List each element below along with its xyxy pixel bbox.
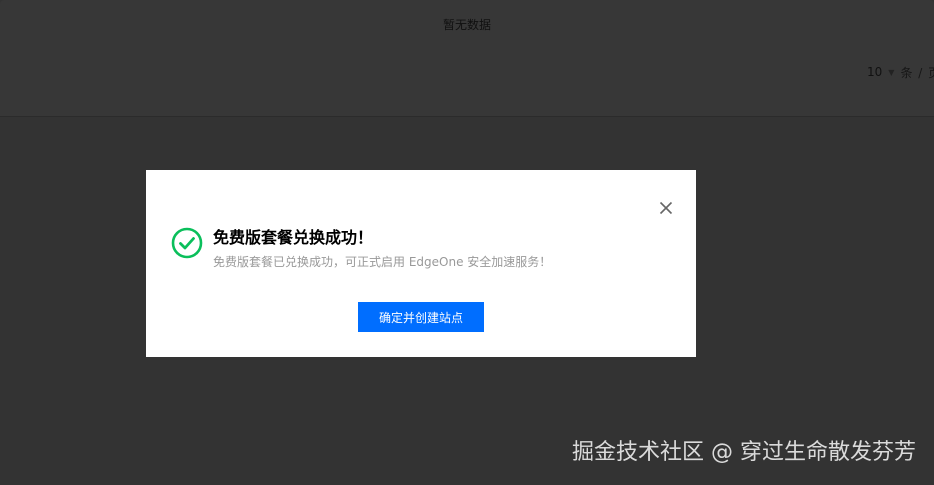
pagination: 10 ▼ 条 / 页	[867, 64, 934, 80]
page-size-unit: 条 / 页	[900, 65, 934, 80]
caret-down-icon[interactable]: ▼	[888, 68, 894, 77]
close-button[interactable]	[655, 197, 677, 219]
page: 暂无数据 10 ▼ 条 / 页 免费版套餐兑换成功！ 免费版套餐已兑换成功，可正…	[0, 0, 934, 485]
watermark: 掘金技术社区 @ 穿过生命散发芬芳	[572, 440, 916, 465]
success-dialog: 免费版套餐兑换成功！ 免费版套餐已兑换成功，可正式启用 EdgeOne 安全加速…	[146, 170, 696, 357]
dialog-title: 免费版套餐兑换成功！	[213, 228, 374, 247]
empty-state-text: 暂无数据	[442, 18, 491, 32]
check-circle-icon	[171, 227, 203, 259]
close-icon	[659, 201, 673, 215]
page-size-select[interactable]: 10	[867, 65, 882, 79]
table-panel: 暂无数据 10 ▼ 条 / 页	[0, 0, 934, 117]
dialog-description: 免费版套餐已兑换成功，可正式启用 EdgeOne 安全加速服务！	[213, 255, 552, 269]
confirm-create-site-button[interactable]: 确定并创建站点	[358, 302, 484, 332]
